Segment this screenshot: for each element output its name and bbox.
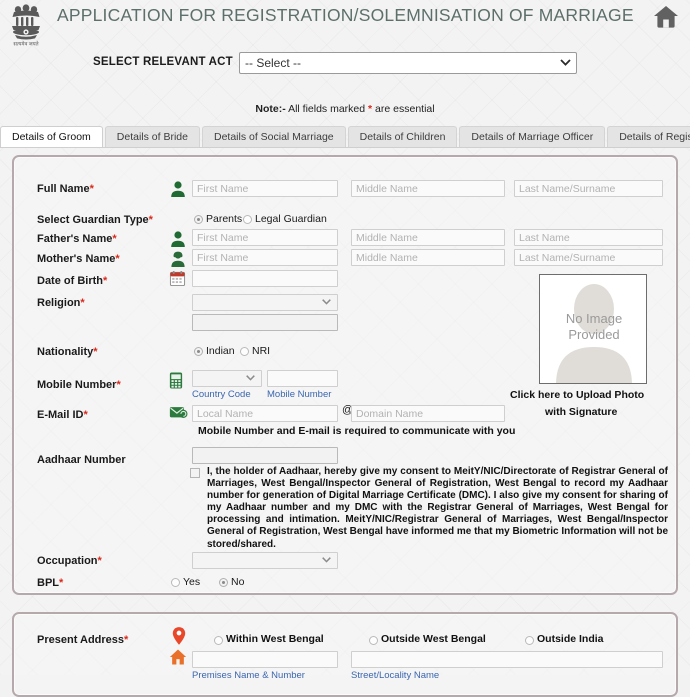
religion-label: Religion* xyxy=(37,297,85,309)
nationality-label: Nationality* xyxy=(37,346,98,358)
full-name-label: Full Name* xyxy=(37,183,94,195)
guardian-type-parents-radio[interactable] xyxy=(194,215,203,224)
home-icon[interactable] xyxy=(652,3,680,29)
date-of-birth-label: Date of Birth* xyxy=(37,275,108,287)
mobile-phone-icon xyxy=(169,371,189,389)
person-icon xyxy=(169,230,189,248)
address-within-west-bengal-label: Within West Bengal xyxy=(226,633,324,645)
mobile-number-label: Mobile Number* xyxy=(37,379,121,391)
guardian-type-label: Select Guardian Type* xyxy=(37,214,153,226)
photo-placeholder-line2: Provided xyxy=(568,327,620,342)
photo-placeholder-line1: No Image xyxy=(565,311,623,326)
premises-name-number-input[interactable] xyxy=(192,651,338,668)
address-outside-india-label: Outside India xyxy=(537,633,604,645)
note-bold-prefix: Note:- xyxy=(255,103,286,115)
address-outside-west-bengal-radio[interactable] xyxy=(369,636,378,645)
select-relevant-act-row: SELECT RELEVANT ACT -- Select -- xyxy=(0,52,690,76)
bpl-label: BPL* xyxy=(37,577,64,589)
nationality-nri-radio[interactable] xyxy=(240,347,249,356)
tab-details-of-social-marriage[interactable]: Details of Social Marriage xyxy=(201,126,346,147)
guardian-type-legal-guardian-label: Legal Guardian xyxy=(255,213,327,225)
aadhaar-number-label: Aadhaar Number xyxy=(37,454,126,466)
page-header: सत्यमेव जयते APPLICATION FOR REGISTRATIO… xyxy=(0,0,690,50)
mothers-name-last-input[interactable] xyxy=(514,249,663,266)
tab-details-of-bride[interactable]: Details of Bride xyxy=(104,126,200,147)
country-code-dropdown[interactable] xyxy=(192,370,262,387)
guardian-type-legal-guardian-radio[interactable] xyxy=(243,215,252,224)
fathers-name-label: Father's Name* xyxy=(37,233,117,245)
address-within-west-bengal-radio[interactable] xyxy=(214,636,223,645)
required-fields-note: Note:- All fields marked * are essential xyxy=(0,103,690,115)
present-address-panel: Present Address* Within West Bengal Outs… xyxy=(12,612,678,697)
mothers-name-first-input[interactable] xyxy=(192,249,338,266)
country-code-sub-label: Country Code xyxy=(192,389,251,400)
person-female-icon xyxy=(169,250,189,268)
fathers-name-last-input[interactable] xyxy=(514,229,663,246)
map-pin-icon xyxy=(172,626,188,648)
full-name-last-input[interactable] xyxy=(514,180,663,197)
street-locality-name-sub-label: Street/Locality Name xyxy=(351,670,440,681)
bpl-no-label: No xyxy=(231,576,245,588)
select-relevant-act-label: SELECT RELEVANT ACT xyxy=(93,56,233,68)
page-title: APPLICATION FOR REGISTRATION/SOLEMNISATI… xyxy=(57,5,634,25)
guardian-type-parents-label: Parents xyxy=(206,213,243,225)
bpl-yes-label: Yes xyxy=(183,576,201,588)
address-outside-west-bengal-label: Outside West Bengal xyxy=(381,633,486,645)
fathers-name-middle-input[interactable] xyxy=(351,229,505,246)
mobile-number-input[interactable] xyxy=(267,370,338,387)
photo-placeholder-text: No Image Provided xyxy=(540,311,646,343)
premises-name-number-sub-label: Premises Name & Number xyxy=(192,670,305,681)
svg-text:सत्यमेव जयते: सत्यमेव जयते xyxy=(13,41,39,48)
mothers-name-middle-input[interactable] xyxy=(351,249,505,266)
upload-photo-link-line2[interactable]: with Signature xyxy=(545,406,617,418)
select-relevant-act-dropdown[interactable]: -- Select -- xyxy=(239,52,577,74)
tab-details-of-registration[interactable]: Details of Registration xyxy=(607,126,690,147)
nationality-indian-radio[interactable] xyxy=(194,347,203,356)
full-name-first-input[interactable] xyxy=(192,180,338,197)
mobile-number-sub-label: Mobile Number xyxy=(267,389,332,400)
occupation-dropdown[interactable] xyxy=(192,552,338,569)
aadhaar-consent-text: I, the holder of Aadhaar, hereby give my… xyxy=(207,466,669,550)
upload-photo-link-line1[interactable]: Click here to Upload Photo xyxy=(510,389,644,401)
tab-details-of-marriage-officer[interactable]: Details of Marriage Officer xyxy=(459,126,606,147)
occupation-label: Occupation* xyxy=(37,555,102,567)
nationality-nri-label: NRI xyxy=(252,345,271,357)
groom-details-panel: Full Name* Select Guardian Type* Parents… xyxy=(12,155,678,595)
address-outside-india-radio[interactable] xyxy=(525,636,534,645)
application-page: सत्यमेव जयते APPLICATION FOR REGISTRATIO… xyxy=(0,0,690,697)
form-section-tabs: Details of Groom Details of Bride Detail… xyxy=(0,126,690,148)
house-icon xyxy=(169,648,189,668)
india-national-emblem-icon: सत्यमेव जयते xyxy=(4,2,48,48)
communicate-hint: Mobile Number and E-mail is required to … xyxy=(198,425,516,437)
street-locality-name-input[interactable] xyxy=(351,651,663,668)
bpl-no-radio[interactable] xyxy=(219,578,228,587)
tab-details-of-children[interactable]: Details of Children xyxy=(347,126,458,147)
full-name-middle-input[interactable] xyxy=(351,180,505,197)
present-address-label: Present Address* xyxy=(37,634,129,646)
aadhaar-consent-checkbox[interactable] xyxy=(190,468,200,478)
bpl-yes-radio[interactable] xyxy=(171,578,180,587)
mothers-name-label: Mother's Name* xyxy=(37,253,120,265)
religion-other-input[interactable] xyxy=(192,314,338,331)
calendar-icon[interactable] xyxy=(169,270,189,288)
email-domain-input[interactable] xyxy=(351,405,505,422)
person-icon xyxy=(169,180,189,198)
email-icon xyxy=(169,405,189,423)
photo-preview-box[interactable]: No Image Provided xyxy=(539,274,647,384)
religion-dropdown[interactable] xyxy=(192,294,338,311)
email-id-label: E-Mail ID* xyxy=(37,409,88,421)
note-text-after: are essential xyxy=(372,103,435,115)
email-local-input[interactable] xyxy=(192,405,338,422)
note-text-before: All fields marked xyxy=(285,103,369,115)
date-of-birth-input[interactable] xyxy=(192,270,338,287)
aadhaar-number-input[interactable] xyxy=(192,447,338,464)
fathers-name-first-input[interactable] xyxy=(192,229,338,246)
nationality-indian-label: Indian xyxy=(206,345,235,357)
tab-details-of-groom[interactable]: Details of Groom xyxy=(0,126,103,147)
